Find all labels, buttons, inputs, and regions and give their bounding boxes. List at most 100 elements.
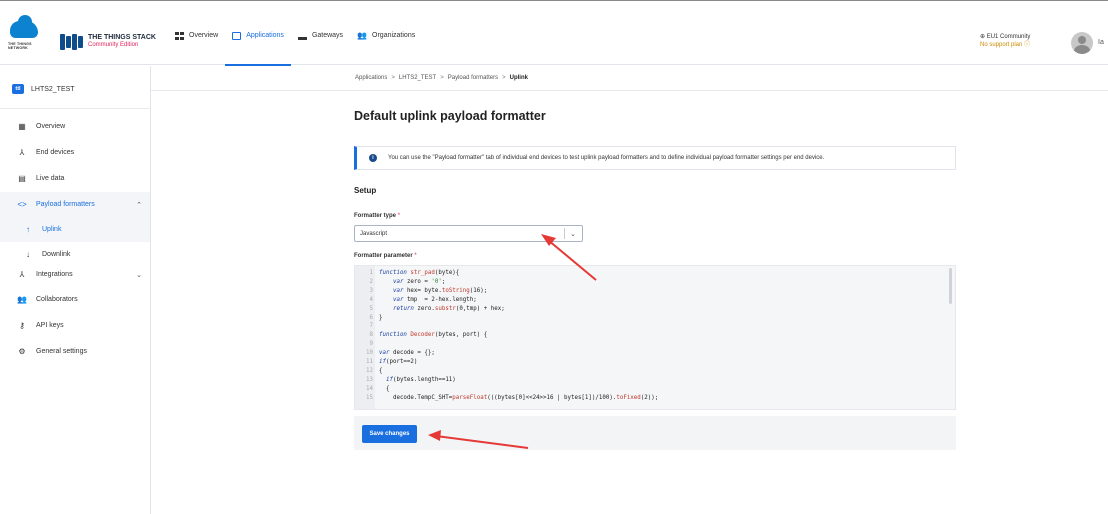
sidebar-item-end-devices[interactable]: ⅄ End devices [0,140,150,165]
code-line: 7 [355,322,955,331]
breadcrumb-applications[interactable]: Applications [355,75,387,81]
code-line: 11 if(port==2) [355,358,955,367]
nav-overview[interactable]: Overview [168,6,225,65]
chevron-up-icon: ⌃ [136,201,142,209]
main-nav: Overview Applications Gateways 👥 Organiz… [168,6,422,66]
end-devices-icon: ⅄ [19,148,25,157]
sidebar: ttl LHTS2_TEST ▦ Overview ⅄ End devices … [0,66,151,514]
page-title: Default uplink payload formatter [354,109,546,123]
code-text: { [379,385,390,392]
code-line: 8 function Decoder(bytes, port) { [355,331,955,340]
sidebar-item-label: API keys [36,322,64,329]
line-number: 1 [369,270,374,276]
code-text: decode.TempC_SHT=parseFloat(((bytes[0]<<… [379,394,659,401]
top-border [0,0,1108,1]
code-line: 9 [355,340,955,349]
select-divider [564,228,565,239]
nav-organizations[interactable]: 👥 Organizations [350,6,422,65]
sidebar-item-payload-formatters[interactable]: <> Payload formatters ⌃ [0,192,150,217]
line-number: 12 [366,367,373,374]
save-button[interactable]: Save changes [362,425,417,443]
sidebar-item-collaborators[interactable]: 👥 Collaborators [0,287,150,312]
line-number: 11 [366,359,373,365]
line-number: 10 [366,350,373,357]
sidebar-app-title[interactable]: ttl LHTS2_TEST [12,84,75,94]
sidebar-item-general-settings[interactable]: ⚙ General settings [0,339,150,364]
line-number: 14 [366,385,373,392]
sidebar-item-api-keys[interactable]: ⚷ API keys [0,313,150,338]
form-footer [354,416,956,450]
sidebar-divider [0,108,150,109]
formatter-type-value: Javascript [360,230,388,237]
code-line: 5 return zero.substr(0,tmp) + hex; [355,305,955,314]
nav-gateways-label: Gateways [311,32,344,39]
product-name: THE THINGS STACK [88,34,156,41]
sidebar-item-label: Payload formatters [36,201,95,208]
info-icon: i [369,154,377,162]
app-badge-icon: ttl [12,84,24,94]
nav-applications[interactable]: Applications [225,6,291,66]
editor-scrollbar[interactable] [949,268,952,304]
arrow-up-icon: ↑ [26,225,30,234]
line-number: 3 [369,287,374,294]
live-data-icon: ▤ [18,174,26,183]
nav-overview-label: Overview [189,32,219,39]
code-text: return zero.substr(0,tmp) + hex; [392,305,505,312]
sidebar-item-live-data[interactable]: ▤ Live data [0,166,150,191]
sidebar-item-integrations[interactable]: ⅄ Integrations ⌄ [0,262,150,287]
sidebar-item-label: Integrations [36,271,73,278]
line-number: 4 [369,296,374,303]
application-icon [232,31,242,40]
sidebar-item-overview[interactable]: ▦ Overview [0,114,150,139]
code-line: 12 { [355,367,955,376]
nav-organizations-label: Organizations [372,32,416,39]
chevron-down-icon: ⌄ [136,271,142,279]
breadcrumb-separator: > [391,75,395,81]
code-editor[interactable]: 1 function str_pad(byte){2 var zero = '0'… [354,265,956,410]
nav-applications-label: Applications [246,32,284,39]
nav-gateways[interactable]: Gateways [291,6,350,65]
ttn-logo[interactable]: THE THINGS NETWORK [8,15,44,55]
breadcrumb-app[interactable]: LHTS2_TEST [399,75,436,81]
user-name[interactable]: Ia [1098,39,1104,46]
chevron-down-icon: ⌄ [570,231,576,238]
code-text: function Decoder(bytes, port) { [379,332,488,339]
line-number: 2 [369,278,374,285]
avatar[interactable] [1071,32,1093,54]
sidebar-item-label: Downlink [42,251,71,258]
formatter-parameter-label: Formatter parameter * [354,253,417,259]
code-line: 6} [355,314,955,323]
organizations-icon: 👥 [357,30,368,40]
breadcrumb-payload-formatters[interactable]: Payload formatters [448,75,498,81]
product-edition: Community Edition [88,42,139,48]
breadcrumb-separator: > [502,75,506,81]
code-text: { [379,367,383,374]
help-icon: ⓘ [1024,42,1031,48]
key-icon: ⚷ [19,321,25,330]
code-line: 4 var tmp = 2-hex.length; [355,296,955,305]
code-line: 13 if(bytes.length==11) [355,376,955,385]
code-line: 10 var decode = {}; [355,349,955,358]
cluster-info[interactable]: ⊕ EU1 Community No support plan ⓘ [980,33,1030,49]
line-number: 13 [366,376,373,383]
grid-icon [175,31,184,40]
formatter-type-select[interactable]: Javascript ⌄ [354,225,583,242]
gear-icon: ⚙ [18,347,26,356]
sidebar-item-label: Uplink [42,226,62,233]
sidebar-item-uplink[interactable]: ↑ Uplink [0,217,150,242]
code-line: 14 { [355,385,955,394]
code-icon: <> [17,200,27,209]
top-header: THE THINGS NETWORK THE THINGS STACK Comm… [0,6,1108,66]
line-number: 5 [369,305,374,312]
breadcrumb: Applications > LHTS2_TEST > Payload formatte… [151,66,1108,91]
gateway-icon [297,32,307,40]
code-text: function str_pad(byte){ [379,270,460,276]
line-number: 9 [369,341,374,348]
integrations-icon: ⅄ [19,270,25,279]
sidebar-item-label: Overview [36,123,66,130]
formatter-type-label: Formatter type * [354,213,401,219]
sidebar-item-label: End devices [36,149,75,156]
tts-logo-icon [60,34,84,50]
line-number: 6 [369,314,374,321]
globe-icon: ⊕ [980,34,986,40]
